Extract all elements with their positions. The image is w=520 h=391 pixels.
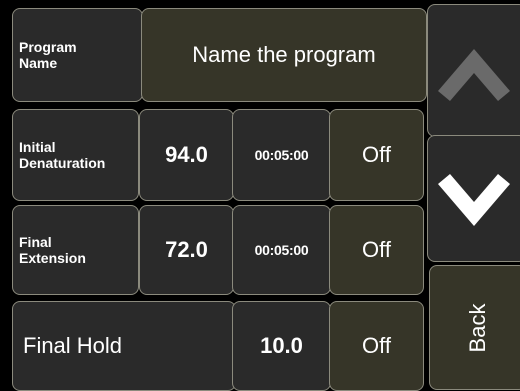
program-name-label: Program Name (12, 8, 143, 102)
initial-denaturation-temp: 94.0 (165, 142, 208, 167)
final-extension-label-line1: Final (19, 234, 52, 250)
chevron-up-icon (438, 49, 510, 101)
final-hold-toggle[interactable]: Off (329, 301, 424, 391)
final-hold-temp: 10.0 (260, 333, 303, 358)
final-extension-toggle[interactable]: Off (329, 205, 424, 295)
final-extension-time: 00:05:00 (254, 242, 309, 258)
final-extension-toggle-label: Off (362, 237, 391, 262)
initial-denaturation-toggle-label: Off (362, 142, 391, 167)
final-hold-temp-button[interactable]: 10.0 (232, 301, 331, 391)
final-extension-label-line2: Extension (19, 250, 86, 266)
initial-denaturation-label-line1: Initial (19, 139, 56, 155)
initial-denaturation-toggle[interactable]: Off (329, 109, 424, 201)
final-extension-label: Final Extension (12, 205, 139, 295)
initial-denaturation-temp-button[interactable]: 94.0 (139, 109, 234, 201)
initial-denaturation-label: Initial Denaturation (12, 109, 139, 201)
program-name-label-line2: Name (19, 55, 58, 71)
program-name-field[interactable]: Name the program (141, 8, 427, 102)
final-extension-time-button[interactable]: 00:05:00 (232, 205, 331, 295)
initial-denaturation-time: 00:05:00 (254, 147, 309, 163)
program-name-value: Name the program (192, 42, 376, 67)
final-hold-label: Final Hold (12, 301, 236, 391)
scroll-up-button[interactable] (427, 4, 520, 137)
program-name-label-line1: Program (19, 39, 77, 55)
final-extension-temp-button[interactable]: 72.0 (139, 205, 234, 295)
final-extension-temp: 72.0 (165, 237, 208, 262)
back-button[interactable]: Back (429, 265, 520, 390)
final-hold-label-text: Final Hold (23, 333, 123, 358)
scroll-down-button[interactable] (427, 135, 520, 262)
chevron-down-icon (438, 174, 510, 226)
initial-denaturation-time-button[interactable]: 00:05:00 (232, 109, 331, 201)
initial-denaturation-label-line2: Denaturation (19, 155, 106, 171)
final-hold-toggle-label: Off (362, 333, 391, 358)
back-label: Back (465, 303, 490, 352)
